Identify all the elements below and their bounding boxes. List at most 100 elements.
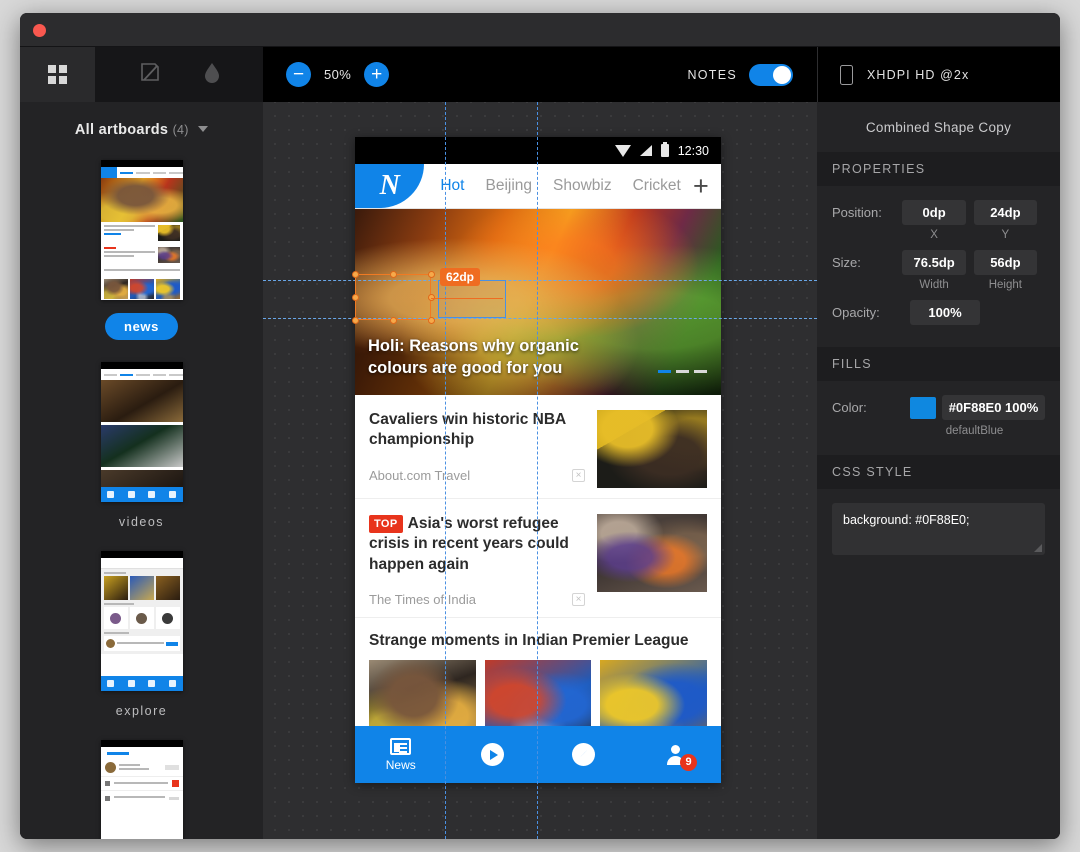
news-icon xyxy=(390,737,412,755)
tab-cricket[interactable]: Cricket xyxy=(633,177,681,195)
properties-body: Position: 0dp 24dp X Y Size: 76.5dp 56dp… xyxy=(817,186,1060,347)
news-thumbnail xyxy=(597,514,707,592)
bottom-nav-label: News xyxy=(385,757,416,772)
play-icon xyxy=(480,743,504,766)
hero-title: Holi: Reasons why organic colours are go… xyxy=(368,337,579,377)
artboard-label: news xyxy=(105,313,178,340)
artboard-news[interactable]: news xyxy=(20,160,263,340)
bottom-nav-news[interactable]: News xyxy=(355,737,447,772)
news-list-item[interactable]: Cavaliers win historic NBA championship … xyxy=(355,395,721,499)
app-logo[interactable]: N xyxy=(355,164,425,208)
battery-icon xyxy=(660,141,669,157)
notes-control: NOTES xyxy=(687,63,793,86)
artboard-thumbnail xyxy=(100,740,183,839)
app-window: − 50% + NOTES XHDPI HD @2x All artboards… xyxy=(20,13,1060,839)
zoom-controls: − 50% + xyxy=(286,62,390,87)
size-height-sublabel: Height xyxy=(988,279,1022,291)
selected-layer-name: Combined Shape Copy xyxy=(865,119,1012,135)
opacity-field[interactable]: 100% xyxy=(910,300,980,325)
zoom-out-button[interactable]: − xyxy=(286,62,311,87)
gallery-section: Strange moments in Indian Premier League xyxy=(355,618,721,650)
close-window-button[interactable] xyxy=(33,24,46,37)
size-width-sublabel: Width xyxy=(919,279,949,291)
zoom-toolbar: − 50% + NOTES xyxy=(263,47,817,102)
artboard-preview: 12:30 N Hot Beijing Showbiz Cricket + Ho… xyxy=(355,137,721,783)
artboard-label: explore xyxy=(115,704,168,718)
chevron-down-icon[interactable] xyxy=(198,126,209,132)
size-width-field[interactable]: 76.5dp xyxy=(902,250,966,275)
measurement-badge: 62dp xyxy=(440,268,481,286)
wifi-icon xyxy=(614,144,631,157)
app-nav-bar: N Hot Beijing Showbiz Cricket + xyxy=(355,164,721,209)
artboard-profile[interactable]: profile xyxy=(20,740,263,839)
color-value-field[interactable]: #0F88E0 100% xyxy=(942,395,1045,420)
artboard-thumbnail xyxy=(100,160,183,300)
color-swatch[interactable] xyxy=(910,396,936,419)
notes-toggle[interactable] xyxy=(749,63,793,86)
artboard-videos[interactable]: videos xyxy=(20,362,263,529)
dismiss-icon[interactable]: × xyxy=(572,468,585,482)
device-label: XHDPI HD @2x xyxy=(867,67,970,82)
inspector-panel: Combined Shape Copy PROPERTIES Position:… xyxy=(817,102,1060,839)
add-category-button[interactable]: + xyxy=(681,164,721,208)
compass-icon xyxy=(572,743,596,766)
artboard-thumbnail xyxy=(100,551,183,691)
gallery-title: Strange moments in Indian Premier League xyxy=(369,632,689,650)
position-x-field[interactable]: 0dp xyxy=(902,200,966,225)
css-code-box[interactable]: background: #0F88E0; xyxy=(832,503,1045,555)
notes-label: NOTES xyxy=(687,67,737,82)
news-title: Cavaliers win historic NBA championship xyxy=(369,411,566,449)
artboards-header[interactable]: All artboards (4) xyxy=(20,102,263,138)
window-titlebar xyxy=(20,13,1060,47)
main-toolbar: − 50% + NOTES XHDPI HD @2x xyxy=(20,47,1060,102)
dismiss-icon[interactable]: × xyxy=(572,593,585,607)
tab-hot[interactable]: Hot xyxy=(440,177,464,195)
news-list-item[interactable]: TOP Asia's worst refugee crisis in recent… xyxy=(355,499,721,619)
opacity-label: Opacity: xyxy=(832,305,880,320)
properties-section-header: PROPERTIES xyxy=(817,152,1060,186)
size-height-field[interactable]: 56dp xyxy=(973,250,1037,275)
news-thumbnail xyxy=(597,410,707,488)
clock-label: 12:30 xyxy=(677,143,709,158)
color-token-name: defaultBlue xyxy=(945,425,1004,437)
note-icon[interactable] xyxy=(138,60,162,89)
design-canvas[interactable]: 12:30 N Hot Beijing Showbiz Cricket + Ho… xyxy=(263,102,817,839)
carousel-indicator xyxy=(658,370,707,373)
position-y-sublabel: Y xyxy=(1001,229,1010,241)
artboards-title: All artboards xyxy=(74,122,169,138)
artboard-thumbnail xyxy=(100,362,183,502)
category-tabs: Hot Beijing Showbiz Cricket xyxy=(424,164,680,208)
fills-body: Color: #0F88E0 100% defaultBlue xyxy=(817,381,1060,455)
app-body: All artboards (4) news videos explore 12… xyxy=(20,102,1060,839)
notification-badge: 9 xyxy=(680,753,697,771)
position-x-sublabel: X xyxy=(930,229,938,241)
zoom-in-button[interactable]: + xyxy=(364,62,390,87)
tool-group xyxy=(95,47,263,102)
news-source: The Times of India xyxy=(369,592,476,608)
artboards-sidebar: All artboards (4) news videos explore xyxy=(20,102,263,839)
artboards-count: (4) xyxy=(172,123,189,137)
artboards-panel-toggle[interactable] xyxy=(20,47,95,102)
zoom-level-value: 50% xyxy=(324,67,352,82)
vertical-guide xyxy=(445,102,446,839)
bottom-nav-explore[interactable] xyxy=(538,743,630,766)
artboard-explore[interactable]: explore xyxy=(20,551,263,718)
droplet-icon[interactable] xyxy=(203,60,221,89)
bottom-nav-videos[interactable] xyxy=(447,743,539,766)
vertical-guide xyxy=(537,102,538,839)
bottom-nav-profile[interactable]: 9 xyxy=(630,744,722,771)
device-selector[interactable]: XHDPI HD @2x xyxy=(817,47,1060,102)
tab-beijing[interactable]: Beijing xyxy=(485,177,532,195)
app-bottom-nav: News 9 xyxy=(355,726,721,783)
news-source: About.com Travel xyxy=(369,467,471,483)
device-status-bar: 12:30 xyxy=(355,137,721,164)
top-badge: TOP xyxy=(369,515,403,533)
news-title: TOP Asia's worst refugee crisis in recent… xyxy=(369,514,585,575)
color-label: Color: xyxy=(832,400,867,415)
position-label: Position: xyxy=(832,205,882,220)
position-y-field[interactable]: 24dp xyxy=(973,200,1037,225)
fills-section-header: FILLS xyxy=(817,347,1060,381)
signal-icon xyxy=(639,145,652,156)
phone-icon xyxy=(840,64,853,85)
tab-showbiz[interactable]: Showbiz xyxy=(553,177,612,195)
